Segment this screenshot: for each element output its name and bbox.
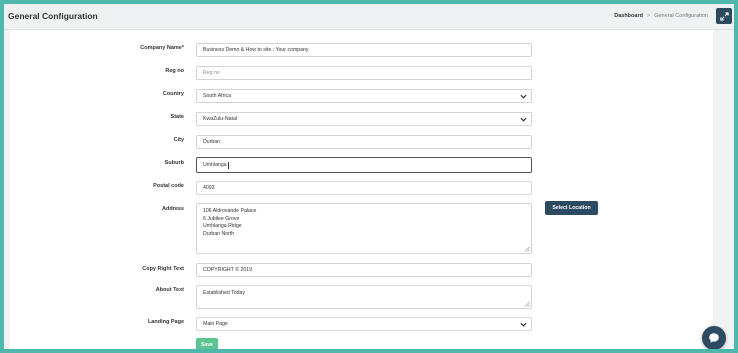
state-label: State (170, 114, 184, 120)
form-card: Company Name* Business Demo & How to sit… (10, 30, 713, 349)
postal-code-input[interactable]: 4093 (196, 181, 532, 195)
about-textarea[interactable]: Established Today (196, 285, 532, 309)
city-value: Durban (203, 139, 221, 145)
page-title: General Configuration (8, 11, 98, 21)
postal-code-label: Postal code (153, 183, 184, 189)
address-line: 6 Jubilee Grove (203, 215, 240, 222)
chevron-down-icon (520, 322, 527, 327)
address-textarea[interactable]: 106 Aldrovande Palace 6 Jubilee Grove Um… (196, 203, 532, 254)
expand-button[interactable] (716, 8, 732, 24)
save-button[interactable]: Save (196, 338, 218, 349)
resize-handle-icon[interactable] (524, 246, 530, 252)
about-value: Established Today (203, 290, 246, 296)
chat-icon (709, 333, 719, 343)
state-select[interactable]: KwaZulu-Natal (196, 112, 532, 126)
city-label: City (173, 137, 184, 143)
landing-page-label: Landing Page (147, 319, 184, 325)
copyright-value: COPYRIGHT © 2019 (203, 267, 252, 273)
suburb-input[interactable]: Umhlanga (196, 157, 532, 173)
address-label: Address (161, 206, 184, 212)
expand-icon (719, 11, 729, 21)
city-input[interactable]: Durban (196, 135, 532, 149)
address-line: 106 Aldrovande Palace (203, 208, 257, 214)
breadcrumb: Dashboard > General Configuration (614, 13, 708, 19)
country-select[interactable]: South Africa (196, 89, 532, 103)
landing-page-value: Main Page (203, 321, 228, 327)
suburb-label: Suburb (164, 160, 184, 166)
app-frame: General Configuration Dashboard > General … (4, 4, 734, 349)
suburb-value: Umhlanga (203, 162, 227, 168)
text-cursor (227, 161, 229, 169)
address-line: Umhlanga Ridge (203, 223, 242, 229)
about-label: About Text (155, 287, 184, 293)
reg-no-label: Reg no (165, 68, 184, 74)
country-label: Country (162, 91, 184, 97)
postal-code-value: 4093 (203, 185, 215, 191)
copyright-label: Copy Right Text (142, 266, 184, 272)
company-name-input[interactable]: Business Demo & How to site : Your compa… (196, 43, 532, 57)
state-value: KwaZulu-Natal (203, 116, 238, 122)
chevron-down-icon (520, 94, 527, 99)
copyright-input[interactable]: COPYRIGHT © 2019 (196, 263, 532, 277)
country-value: South Africa (203, 93, 231, 99)
select-location-button[interactable]: Select Location (545, 201, 598, 215)
chevron-down-icon (520, 117, 527, 122)
reg-no-placeholder: Reg no (203, 70, 220, 76)
reg-no-input[interactable]: Reg no (196, 66, 532, 80)
breadcrumb-dashboard-link[interactable]: Dashboard (614, 13, 643, 19)
company-name-value: Business Demo & How to site : Your compa… (203, 47, 309, 53)
landing-page-select[interactable]: Main Page (196, 317, 532, 331)
chat-button[interactable] (702, 326, 726, 349)
breadcrumb-current: General Configuration (654, 13, 708, 19)
resize-handle-icon[interactable] (524, 301, 530, 307)
company-name-label: Company Name* (140, 45, 184, 51)
address-line: Durban North (203, 230, 235, 237)
top-bar: General Configuration Dashboard > General … (4, 4, 734, 30)
breadcrumb-separator: > (646, 13, 651, 19)
